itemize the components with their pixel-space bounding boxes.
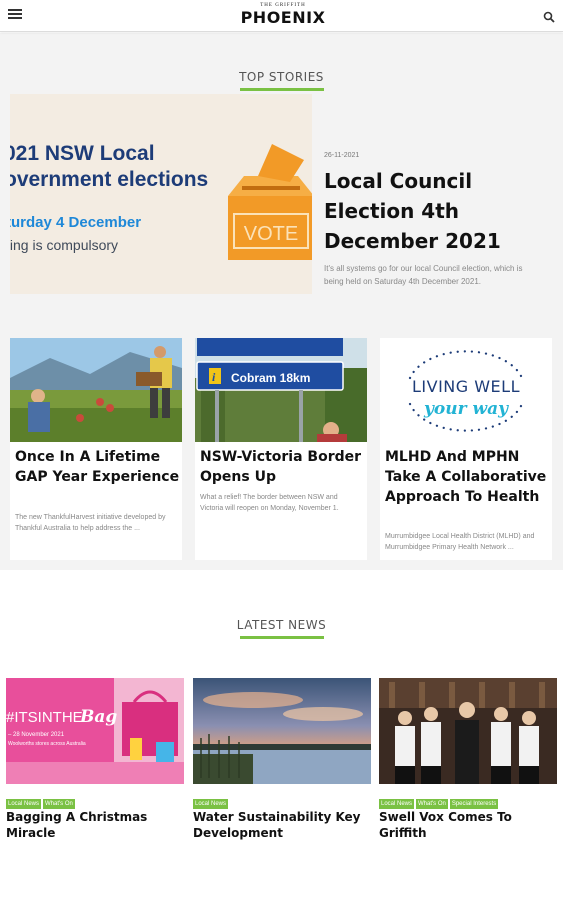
tag-list: Local News What's On Special Interests xyxy=(379,792,500,810)
news-title[interactable]: Bagging A Christmas Miracle xyxy=(6,809,184,841)
news-item[interactable]: Local News Water Sustainability Key Deve… xyxy=(193,678,371,848)
logo-text: PHOENIX xyxy=(240,8,326,27)
card-excerpt: The new ThankfulHarvest initiative devel… xyxy=(15,514,166,532)
latest-news-heading-text: LATEST NEWS xyxy=(236,618,327,632)
ballot-box-icon: VOTE xyxy=(228,144,312,260)
hero-date: 26-11-2021 xyxy=(324,152,360,159)
card-excerpt: Murrumbidgee Local Health District (MLHD… xyxy=(385,533,535,551)
card-image-border-sign: i Cobram 18km xyxy=(195,338,367,442)
hero-image-line1: 021 NSW Local xyxy=(10,142,155,165)
hero-image-line2: overnment elections xyxy=(10,168,209,191)
top-stories-heading-text: TOP STORIES xyxy=(239,70,324,84)
your-way-text: your way xyxy=(423,399,509,419)
bag-date-text: – 28 November 2021 xyxy=(8,732,65,738)
tag[interactable]: What's On xyxy=(43,799,75,809)
tag[interactable]: Local News xyxy=(193,799,229,809)
living-well-text: LIVING WELL xyxy=(412,377,520,396)
hero-title[interactable]: Local Council Election 4th December 2021 xyxy=(324,166,554,256)
bag-hashtag-text: #ITSINTHE xyxy=(6,709,83,726)
tag[interactable]: What's On xyxy=(416,799,448,809)
heading-underline xyxy=(239,88,324,91)
card-title[interactable]: MLHD And MPHN Take A Collaborative Appro… xyxy=(385,447,550,507)
card-title[interactable]: Once In A Lifetime GAP Year Experience xyxy=(15,447,180,487)
tag-list: Local News What's On xyxy=(6,792,77,810)
card-title[interactable]: NSW-Victoria Border Opens Up xyxy=(200,447,365,487)
card-image-harvest xyxy=(10,338,182,442)
news-title[interactable]: Water Sustainability Key Development xyxy=(193,809,371,841)
news-image-choir xyxy=(379,678,557,784)
card-image-living-well-logo: LIVING WELL your way xyxy=(380,338,552,442)
news-item[interactable]: Local News What's On Special Interests Swe… xyxy=(379,678,557,848)
tag-list: Local News xyxy=(193,792,230,810)
story-card[interactable]: Once In A Lifetime GAP Year Experience T… xyxy=(10,338,182,560)
heading-underline xyxy=(239,636,324,639)
menu-icon[interactable] xyxy=(8,9,22,23)
ballot-vote-label: VOTE xyxy=(244,223,298,245)
news-item[interactable]: #ITSINTHE Bag – 28 November 2021 Woolwor… xyxy=(6,678,184,848)
search-icon[interactable] xyxy=(543,10,555,23)
news-image-bag: #ITSINTHE Bag – 28 November 2021 Woolwor… xyxy=(6,678,184,784)
story-card[interactable]: LIVING WELL your way MLHD And MPHN Take … xyxy=(380,338,552,560)
hero-image-line3: turday 4 December xyxy=(10,214,142,231)
tag[interactable]: Local News xyxy=(6,799,42,809)
site-logo[interactable]: THE GRIFFITH PHOENIX xyxy=(237,3,329,29)
news-title[interactable]: Swell Vox Comes To Griffith xyxy=(379,809,557,841)
bag-sub-text: Woolworths stores across Australia xyxy=(8,741,86,747)
story-card[interactable]: i Cobram 18km NSW-Victoria Border Opens … xyxy=(195,338,367,560)
hero-story-image[interactable]: 021 NSW Local overnment elections turday… xyxy=(10,94,312,294)
hero-excerpt: It's all systems go for our local Counci… xyxy=(324,264,523,286)
tag[interactable]: Local News xyxy=(379,799,415,809)
bag-script-text: Bag xyxy=(79,707,117,727)
sign-label: Cobram 18km xyxy=(231,371,310,385)
card-excerpt: What a relief! The border between NSW an… xyxy=(200,494,339,512)
top-bar: THE GRIFFITH PHOENIX xyxy=(0,0,563,32)
news-image-sunset-lake xyxy=(193,678,371,784)
hero-image-line4: ting is compulsory xyxy=(10,237,119,253)
tag[interactable]: Special Interests xyxy=(449,799,499,809)
latest-news-heading: LATEST NEWS xyxy=(0,618,563,639)
top-stories-heading: TOP STORIES xyxy=(0,70,563,91)
